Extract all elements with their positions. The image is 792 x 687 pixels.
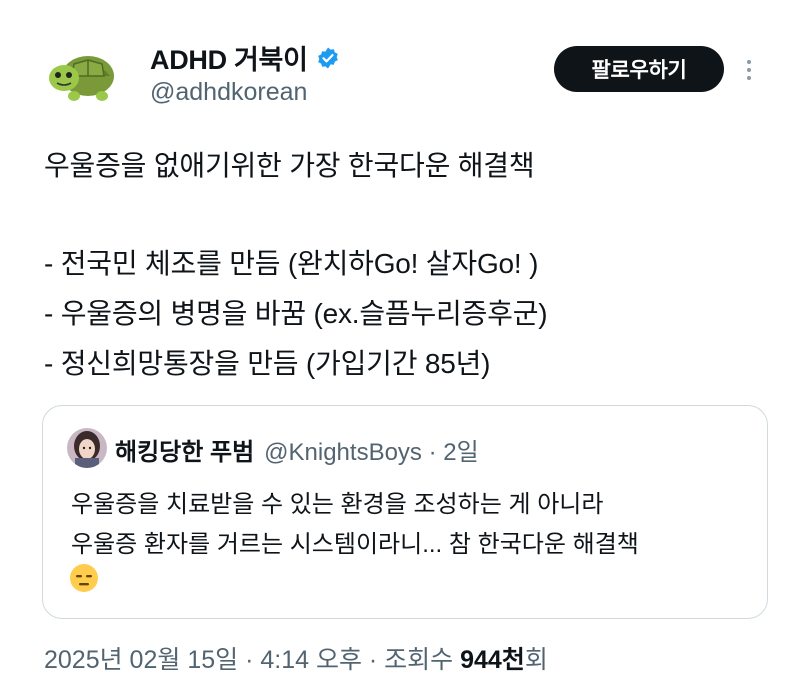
view-count-suffix: 회 bbox=[524, 646, 548, 674]
author-name-row: ADHD 거북이 bbox=[150, 38, 340, 77]
expressionless-face-emoji-icon bbox=[69, 563, 99, 593]
turtle-emoji-icon bbox=[49, 56, 114, 101]
tweet-meta: 2025년 02월 15일 · 4:14 오후 · 조회수 944천회 bbox=[44, 640, 548, 676]
author-handle[interactable]: @adhdkorean bbox=[150, 78, 307, 107]
quoted-header: 해킹당한 푸범 @KnightsBoys · 2일 bbox=[115, 432, 479, 467]
verified-badge-icon[interactable] bbox=[316, 46, 340, 70]
tweet-text-line: - 정신희망통장을 만듬 (가입기간 85년) bbox=[44, 348, 491, 379]
quoted-author-avatar bbox=[67, 428, 107, 468]
tweet-text-line: 우울증을 없애기위한 가장 한국다운 해결책 bbox=[44, 150, 535, 181]
follow-button[interactable]: 팔로우하기 bbox=[554, 46, 724, 92]
quoted-text-line: 우울증 환자를 거르는 시스템이라니... 참 한국다운 해결책 bbox=[71, 531, 639, 558]
author-display-name[interactable]: ADHD 거북이 bbox=[150, 38, 308, 77]
quoted-tweet-card[interactable]: 해킹당한 푸범 @KnightsBoys · 2일 우울증을 치료받을 수 있는… bbox=[42, 405, 768, 619]
view-count[interactable]: 944천 bbox=[460, 646, 525, 674]
quoted-handle-time: @KnightsBoys · 2일 bbox=[264, 439, 479, 466]
tweet-text-line: - 전국민 체조를 만듬 (완치하Go! 살자Go! ) bbox=[44, 248, 539, 279]
author-avatar[interactable] bbox=[44, 46, 122, 106]
tweet-text-line: - 우울증의 병명을 바꿈 (ex.슬픔누리증후군) bbox=[44, 298, 548, 329]
quoted-display-name: 해킹당한 푸범 bbox=[115, 439, 255, 466]
tweet-date-time: 2025년 02월 15일 · 4:14 오후 · 조회수 bbox=[44, 646, 461, 674]
more-vertical-icon[interactable] bbox=[744, 56, 754, 86]
quoted-text-line: 우울증을 치료받을 수 있는 환경을 조성하는 게 아니라 bbox=[71, 491, 604, 518]
